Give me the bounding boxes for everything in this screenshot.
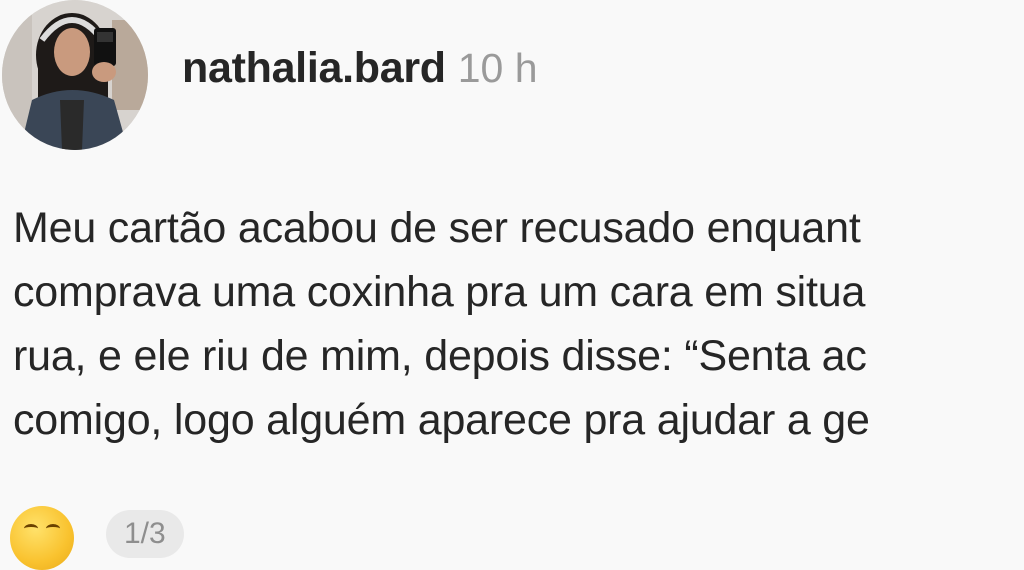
post-time: 10 h	[457, 45, 538, 91]
caption-line: Meu cartão acabou de ser recusado enquan…	[13, 204, 861, 252]
avatar[interactable]	[2, 0, 148, 150]
smiling-face-emoji-icon	[10, 506, 74, 570]
post-footer: 1/3	[10, 506, 310, 570]
page-counter: 1/3	[106, 510, 184, 558]
post-header: nathalia.bard 10 h	[182, 44, 538, 104]
post-caption: Meu cartão acabou de ser recusado enquan…	[13, 196, 1024, 452]
profile-photo-icon	[2, 0, 148, 150]
caption-line: rua, e ele riu de mim, depois disse: “Se…	[13, 332, 867, 380]
username[interactable]: nathalia.bard	[182, 44, 446, 93]
caption-line: comigo, logo alguém aparece pra ajudar a…	[13, 396, 870, 444]
caption-line: comprava uma coxinha pra um cara em situ…	[13, 268, 866, 316]
post: nathalia.bard 10 h Meu cartão acabou de …	[0, 0, 1024, 570]
